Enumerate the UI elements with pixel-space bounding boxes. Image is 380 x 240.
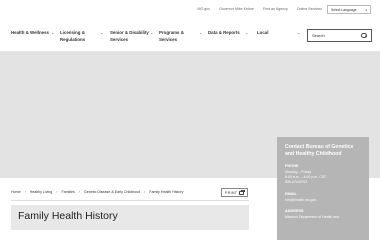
breadcrumb: Home › Healthy Living › Families › Genet… bbox=[11, 190, 183, 194]
page-title: Family Health History bbox=[18, 210, 118, 222]
breadcrumb-families[interactable]: Families bbox=[61, 190, 74, 194]
printer-icon bbox=[239, 189, 245, 195]
chevron-down-icon: ▾ bbox=[365, 7, 367, 12]
nav-item-label: Services bbox=[159, 36, 178, 42]
utility-links: MO.gov Governor Mike Kehoe Find an Agenc… bbox=[197, 7, 322, 11]
contact-email-label: EMAIL bbox=[285, 191, 297, 196]
language-select[interactable]: Select Language ▾ bbox=[327, 5, 371, 14]
chevron-down-icon: ⌄ bbox=[245, 30, 249, 35]
chevron-right-icon: › bbox=[56, 190, 58, 194]
breadcrumb-healthy-living[interactable]: Healthy Living bbox=[30, 190, 53, 194]
print-button[interactable]: PRINT bbox=[221, 188, 248, 197]
nav-item-label: Services bbox=[110, 36, 129, 42]
contact-phone-label: PHONE bbox=[285, 164, 299, 168]
utility-link-online-services[interactable]: Online Services bbox=[297, 7, 322, 11]
utility-link-mo-gov[interactable]: MO.gov bbox=[197, 7, 210, 11]
search-icon[interactable] bbox=[361, 32, 367, 39]
chevron-down-icon: ⌄ bbox=[100, 30, 104, 35]
breadcrumb-current: Family Health History bbox=[149, 190, 184, 194]
utility-bar: MO.gov Governor Mike Kehoe Find an Agenc… bbox=[0, 0, 380, 20]
contact-address-line: Missouri Department of Health and bbox=[285, 214, 340, 219]
main-nav: Health & Wellness ⌄ Licensing & Regulati… bbox=[0, 20, 380, 52]
search-input[interactable] bbox=[312, 33, 360, 38]
nav-item-health-wellness[interactable]: Health & Wellness ⌄ bbox=[11, 30, 55, 37]
nav-item-label: Programs & bbox=[159, 30, 184, 35]
title-banner: Family Health History bbox=[11, 205, 249, 230]
contact-card: Contact Bureau of Genetics and Healthy C… bbox=[277, 137, 369, 240]
nav-item-label: Licensing & bbox=[60, 30, 85, 35]
chevron-down-icon: ⌄ bbox=[199, 30, 203, 35]
divider bbox=[11, 200, 249, 201]
contact-address-label: ADDRESS bbox=[285, 208, 304, 213]
chevron-down-icon: ⌄ bbox=[297, 30, 301, 35]
nav-item-label: Data & Reports bbox=[208, 30, 240, 35]
chevron-right-icon: › bbox=[78, 190, 80, 194]
nav-item-licensing-regulations[interactable]: Licensing & Regulations ⌄ bbox=[60, 30, 104, 44]
utility-link-governor[interactable]: Governor Mike Kehoe bbox=[219, 7, 254, 11]
utility-link-find-agency[interactable]: Find an Agency bbox=[263, 7, 288, 11]
nav-item-label: Senior & Disability bbox=[110, 30, 149, 35]
contact-title: Contact Bureau of Genetics and Healthy C… bbox=[285, 144, 354, 157]
nav-item-label: Health & Wellness bbox=[11, 30, 49, 35]
nav-item-senior-disability[interactable]: Senior & Disability Services ⌄ bbox=[110, 30, 154, 44]
chevron-right-icon: › bbox=[144, 190, 146, 194]
breadcrumb-home[interactable]: Home bbox=[11, 190, 21, 194]
chevron-right-icon: › bbox=[24, 190, 26, 194]
nav-item-label: Regulations bbox=[60, 36, 86, 42]
chevron-down-icon: ⌄ bbox=[51, 30, 55, 35]
print-button-label: PRINT bbox=[225, 190, 238, 195]
breadcrumb-genetic-disease[interactable]: Genetic Disease & Early Childhood bbox=[84, 190, 140, 194]
nav-item-programs-services[interactable]: Programs & Services ⌄ bbox=[159, 30, 203, 44]
nav-item-label: Local bbox=[257, 30, 269, 35]
language-select-label: Select Language bbox=[331, 7, 357, 12]
chevron-down-icon: ⌄ bbox=[150, 30, 154, 35]
search-box bbox=[307, 29, 372, 42]
nav-item-data-reports[interactable]: Data & Reports ⌄ bbox=[208, 30, 249, 37]
nav-item-local[interactable]: Local ⌄ bbox=[257, 30, 301, 37]
